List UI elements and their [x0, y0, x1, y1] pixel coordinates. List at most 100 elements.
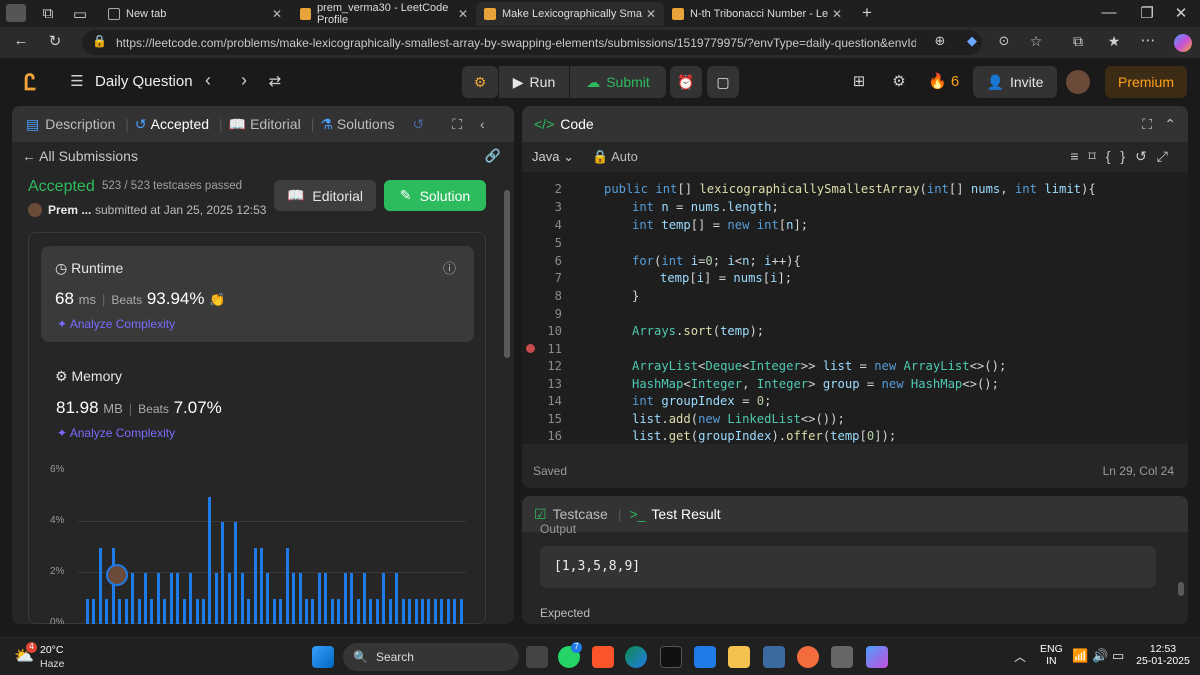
chart-bar[interactable] [208, 496, 212, 624]
chart-bar[interactable] [453, 598, 457, 624]
chart-bar[interactable] [311, 598, 315, 624]
premium-button[interactable]: Premium [1105, 66, 1187, 98]
chart-bar[interactable] [144, 573, 147, 624]
language-select[interactable]: Java ⌄ [532, 149, 574, 165]
chart-bar[interactable] [189, 573, 193, 624]
close-icon[interactable]: ✕ [458, 7, 468, 21]
restore-icon[interactable]: ❐ [1138, 4, 1156, 22]
terminal-app-icon[interactable] [660, 646, 682, 668]
problem-list-icon[interactable]: ☰ [68, 72, 86, 90]
chart-bar[interactable] [214, 573, 218, 624]
tab-tribonacci[interactable]: N-th Tribonacci Number - LeetCo ✕ [664, 2, 850, 26]
collapse-icon[interactable]: ⌃ [1164, 116, 1176, 133]
volume-icon[interactable]: 🔊 [1092, 648, 1108, 664]
info-icon[interactable]: ⓘ [443, 258, 456, 277]
close-window-icon[interactable]: ✕ [1172, 4, 1190, 22]
refresh-icon[interactable]: ↻ [46, 32, 64, 50]
chart-bar[interactable] [272, 598, 276, 624]
invite-button[interactable]: 👤 Invite [973, 66, 1057, 98]
store-icon[interactable] [831, 646, 853, 668]
chart-bar[interactable] [131, 573, 135, 624]
chart-bar[interactable] [86, 598, 89, 624]
scrollbar[interactable] [1178, 582, 1184, 596]
windows-start-icon[interactable] [312, 646, 334, 668]
tab-actions-icon[interactable]: ▭ [72, 5, 88, 23]
tab-solutions[interactable]: Solutions [337, 116, 395, 132]
chart-bar[interactable] [285, 547, 289, 624]
prev-problem-icon[interactable]: ‹ [200, 70, 216, 91]
breakpoint-icon[interactable] [526, 344, 535, 353]
search-box[interactable]: 🔍 Search [343, 643, 519, 671]
profile-avatar[interactable] [6, 4, 26, 22]
favorites-bar-icon[interactable]: ★ [1106, 33, 1122, 50]
favorite-icon[interactable]: ☆ [1028, 33, 1044, 50]
chart-bar[interactable] [182, 598, 186, 624]
analyze-complexity-link[interactable]: ✦ Analyze Complexity [57, 426, 175, 440]
close-icon[interactable]: ✕ [832, 7, 842, 21]
tab-description[interactable]: Description [45, 116, 115, 132]
submitter-name[interactable]: Prem ... [48, 203, 91, 217]
chart-bar[interactable] [247, 598, 250, 624]
file-explorer-icon[interactable] [728, 646, 750, 668]
daily-question-title[interactable]: Daily Question [95, 73, 193, 90]
chart-bar[interactable] [279, 598, 283, 624]
chart-bar[interactable] [414, 598, 418, 624]
settings-icon[interactable]: ⚙ [890, 72, 908, 90]
tab-profile[interactable]: prem_verma30 - LeetCode Profile ✕ [292, 2, 476, 26]
link-icon[interactable]: 🔗 [484, 148, 502, 164]
temperature[interactable]: 20°C [40, 644, 63, 656]
minimize-icon[interactable]: — [1100, 4, 1118, 21]
leetcode-logo[interactable]: Ꮭ [24, 70, 44, 95]
chart-bar[interactable] [356, 598, 360, 624]
close-icon[interactable]: ✕ [272, 7, 282, 21]
chart-bar[interactable] [433, 598, 437, 624]
user-avatar[interactable] [1066, 70, 1090, 94]
chart-bar[interactable] [420, 598, 424, 624]
chart-bar[interactable] [440, 598, 444, 624]
tag-icon[interactable]: ◆ [964, 33, 980, 49]
chart-bar[interactable] [221, 522, 225, 624]
chart-bar[interactable] [234, 522, 238, 624]
your-submission-avatar[interactable] [106, 564, 128, 586]
code-editor[interactable]: 2 3 4 5 6 7 8 9 10 11 12 13 14 15 16 public int[] lexi… [522, 172, 1188, 444]
back-icon[interactable]: ← [12, 32, 30, 49]
chart-bar[interactable] [195, 598, 199, 624]
menu-icon[interactable]: ⋯ [1140, 31, 1156, 49]
chart-bar[interactable] [388, 598, 392, 624]
layout-icon[interactable]: ⊞ [850, 72, 868, 90]
next-problem-icon[interactable]: › [236, 70, 252, 91]
run-button[interactable]: ▶ Run [499, 66, 569, 98]
chevron-up-icon[interactable]: ︿ [1014, 648, 1026, 665]
format-icon[interactable]: ≡ [1070, 148, 1088, 164]
auto-mode[interactable]: 🔒 Auto [592, 149, 638, 165]
chart-bar[interactable] [459, 598, 463, 624]
memory-label[interactable]: ⚙ Memory [55, 368, 122, 385]
copilot-icon[interactable] [1174, 34, 1192, 52]
new-tab-icon[interactable]: + [858, 3, 876, 23]
task-view-icon[interactable] [526, 646, 548, 668]
brave-icon[interactable] [592, 646, 614, 668]
maximize-icon[interactable]: ⛶ [452, 116, 462, 133]
vscode-icon[interactable] [694, 646, 716, 668]
tab-accepted[interactable]: Accepted [151, 116, 209, 132]
extensions-icon[interactable]: ⧉ [1070, 33, 1086, 50]
chart-bar[interactable] [401, 598, 405, 624]
chart-bar[interactable] [227, 573, 231, 624]
chart-bar[interactable] [92, 598, 96, 624]
chart-bar[interactable] [169, 573, 173, 624]
chart-bar[interactable] [343, 573, 347, 624]
debug-button[interactable]: ⚙ [462, 66, 498, 98]
chart-bar[interactable] [105, 598, 109, 624]
chart-bar[interactable] [266, 573, 270, 624]
maximize-icon[interactable]: ⛶ [1142, 116, 1152, 133]
streak-counter[interactable]: 🔥 6 [928, 72, 959, 90]
edge-icon[interactable] [625, 646, 647, 668]
chart-bar[interactable] [124, 598, 128, 624]
chart-bar[interactable] [163, 598, 167, 624]
solution-button[interactable]: ✎ Solution [384, 180, 486, 211]
reset-icon[interactable]: ↺ [1135, 148, 1157, 164]
more-tools-icon[interactable]: ⊙ [996, 33, 1012, 49]
scrollbar[interactable] [504, 190, 510, 358]
all-submissions-link[interactable]: ← All Submissions [22, 148, 138, 164]
chart-bar[interactable] [150, 598, 154, 624]
